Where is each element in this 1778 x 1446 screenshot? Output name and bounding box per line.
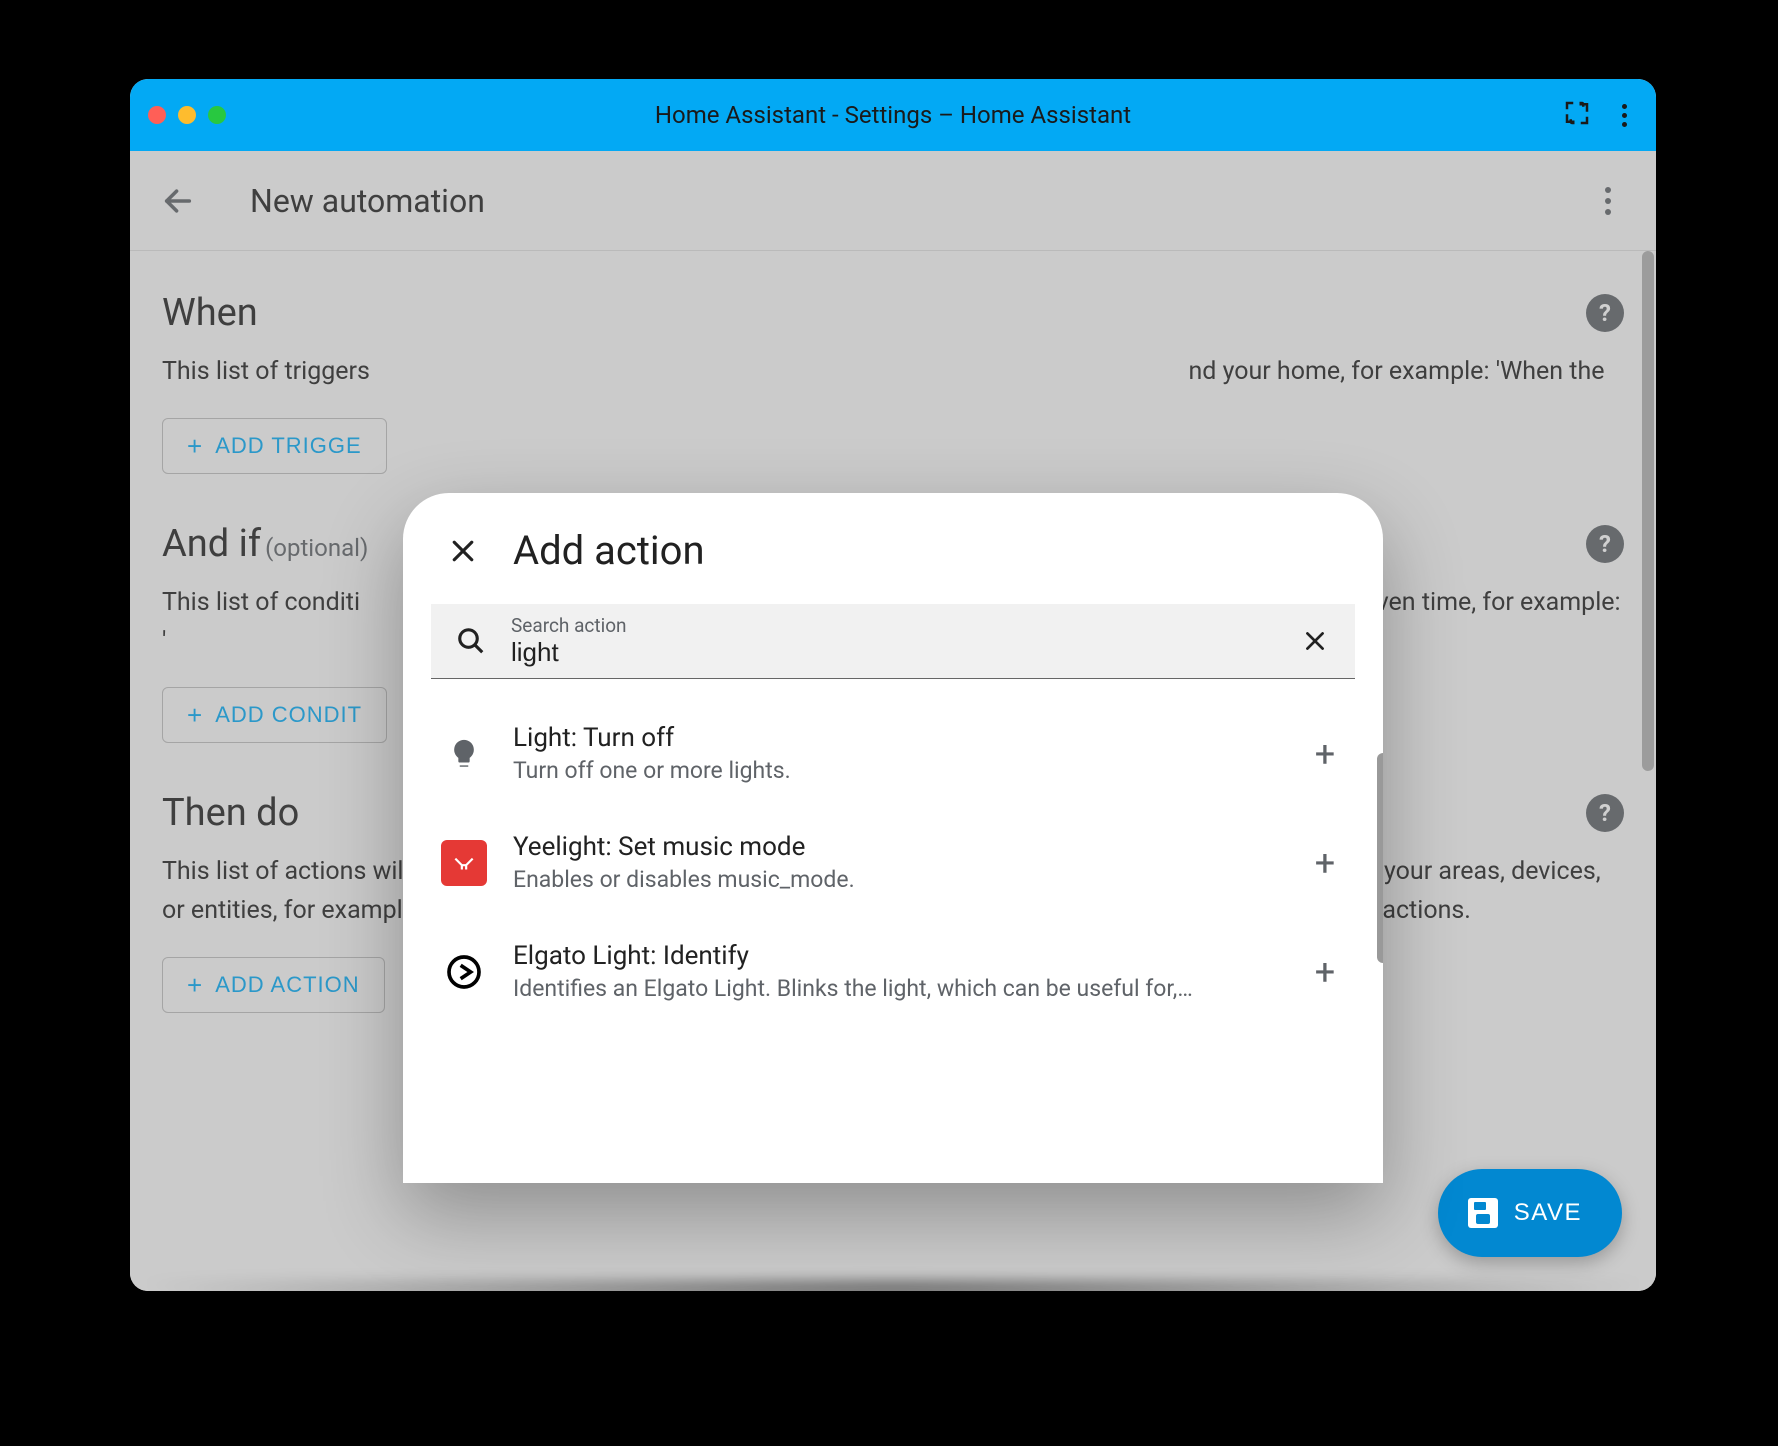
close-dialog-button[interactable] (443, 531, 483, 571)
elgato-icon (441, 949, 487, 995)
maximize-window-button[interactable] (208, 106, 226, 124)
result-item[interactable]: Light: Turn off Turn off one or more lig… (423, 699, 1363, 808)
scrollbar-thumb[interactable] (1377, 753, 1383, 963)
content-area: New automation When ? This list of trigg… (130, 151, 1656, 1291)
clear-search-button[interactable] (1295, 621, 1335, 661)
titlebar: Home Assistant - Settings – Home Assista… (130, 79, 1656, 151)
result-title: Yeelight: Set music mode (513, 832, 1279, 862)
results-list: Light: Turn off Turn off one or more lig… (403, 679, 1383, 1129)
result-description: Turn off one or more lights. (513, 757, 1279, 784)
add-action-dialog: Add action Search action (403, 493, 1383, 1183)
close-window-button[interactable] (148, 106, 166, 124)
extension-icon[interactable] (1562, 98, 1592, 132)
result-title: Elgato Light: Identify (513, 941, 1279, 971)
add-icon[interactable]: + (1305, 952, 1345, 992)
result-item[interactable]: Elgato Light: Identify Identifies an Elg… (423, 917, 1363, 1026)
add-icon[interactable]: + (1305, 734, 1345, 774)
window-shadow (130, 1280, 1656, 1340)
result-item[interactable]: Yeelight: Set music mode Enables or disa… (423, 808, 1363, 917)
yeelight-icon (441, 840, 487, 886)
search-field[interactable]: Search action (431, 604, 1355, 679)
add-icon[interactable]: + (1305, 843, 1345, 883)
window-title: Home Assistant - Settings – Home Assista… (655, 101, 1131, 129)
result-title: Light: Turn off (513, 723, 1279, 753)
window-controls (148, 106, 226, 124)
titlebar-menu-icon[interactable] (1610, 104, 1638, 127)
app-window: Home Assistant - Settings – Home Assista… (130, 79, 1656, 1291)
minimize-window-button[interactable] (178, 106, 196, 124)
save-fab[interactable]: SAVE (1438, 1169, 1622, 1257)
lightbulb-icon (441, 731, 487, 777)
result-description: Identifies an Elgato Light. Blinks the l… (513, 975, 1279, 1002)
save-icon (1468, 1198, 1498, 1228)
search-label: Search action (511, 614, 1275, 637)
dialog-title: Add action (513, 527, 705, 574)
search-input[interactable] (511, 637, 1275, 668)
search-icon (451, 621, 491, 661)
result-description: Enables or disables music_mode. (513, 866, 1279, 893)
